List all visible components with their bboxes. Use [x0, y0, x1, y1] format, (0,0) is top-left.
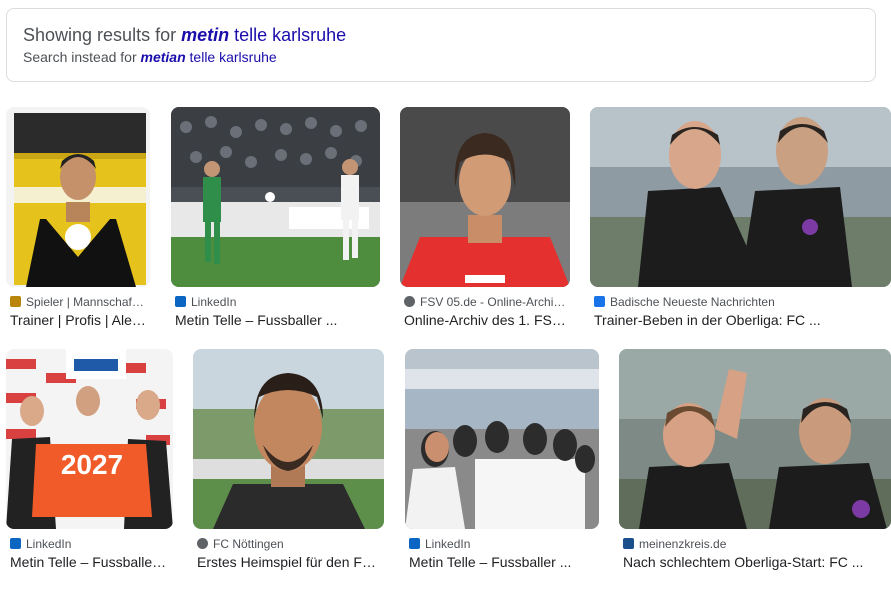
globe-icon [404, 296, 415, 307]
showing-results-line: Showing results for metin telle karlsruh… [23, 25, 346, 46]
image-result-card[interactable]: FSV 05.de - Online-Archi… Online-Archiv … [400, 107, 570, 333]
image-result-card[interactable]: Spieler | Mannschaf… Trainer | Profis | … [6, 107, 150, 333]
image-result-card[interactable]: meinenzkreis.de Nach schlechtem Oberliga… [619, 349, 891, 575]
image-result-card[interactable]: 2027 LinkedIn Metin Telle – Fussballe… [6, 349, 173, 575]
result-source[interactable]: FC Nöttingen [197, 537, 381, 551]
result-title[interactable]: Metin Telle – Fussballer ... [175, 312, 380, 328]
result-thumbnail[interactable] [6, 107, 150, 287]
linkedin-icon [175, 296, 186, 307]
image-result-card[interactable]: FC Nöttingen Erstes Heimspiel für den F… [193, 349, 384, 575]
image-result-card[interactable]: LinkedIn Metin Telle – Fussballer ... [405, 349, 599, 575]
result-thumbnail[interactable] [193, 349, 384, 529]
result-source[interactable]: LinkedIn [175, 295, 375, 309]
result-thumbnail[interactable] [405, 349, 599, 529]
showing-results-label: Showing results for [23, 25, 177, 45]
search-instead-label: Search instead for [23, 49, 137, 65]
result-title[interactable]: Nach schlechtem Oberliga-Start: FC ... [623, 554, 889, 570]
result-title[interactable]: Online-Archiv des 1. FS… [404, 312, 570, 328]
jersey-number: 2027 [61, 449, 123, 480]
corrected-query-link[interactable]: metin telle karlsruhe [181, 25, 346, 45]
result-source[interactable]: Spieler | Mannschaf… [10, 295, 148, 309]
original-query-link[interactable]: metian telle karlsruhe [141, 49, 277, 65]
mz-icon [623, 538, 634, 549]
result-title[interactable]: Erstes Heimspiel für den F… [197, 554, 383, 570]
result-title[interactable]: Trainer-Beben in der Oberliga: FC ... [594, 312, 884, 328]
result-source[interactable]: FSV 05.de - Online-Archi… [404, 295, 568, 309]
result-source[interactable]: meinenzkreis.de [623, 537, 889, 551]
result-title[interactable]: Metin Telle – Fussballer ... [409, 554, 599, 570]
spelling-correction-box: Showing results for metin telle karlsruh… [6, 8, 876, 82]
image-result-card[interactable]: Badische Neueste Nachrichten Trainer-Beb… [590, 107, 891, 333]
result-title[interactable]: Metin Telle – Fussballe… [10, 554, 172, 570]
result-thumbnail[interactable] [590, 107, 891, 287]
result-thumbnail[interactable] [400, 107, 570, 287]
linkedin-icon [10, 538, 21, 549]
result-thumbnail[interactable] [171, 107, 380, 287]
result-source[interactable]: LinkedIn [409, 537, 595, 551]
result-source[interactable]: LinkedIn [10, 537, 170, 551]
result-title[interactable]: Trainer | Profis | Ale… [10, 312, 150, 328]
badge-icon [10, 296, 21, 307]
result-thumbnail[interactable] [619, 349, 891, 529]
search-instead-line: Search instead for metian telle karlsruh… [23, 49, 277, 65]
bnn-icon [594, 296, 605, 307]
globe-icon [197, 538, 208, 549]
result-thumbnail[interactable]: 2027 [6, 349, 173, 529]
linkedin-icon [409, 538, 420, 549]
result-source[interactable]: Badische Neueste Nachrichten [594, 295, 884, 309]
image-result-card[interactable]: LinkedIn Metin Telle – Fussballer ... [171, 107, 380, 333]
